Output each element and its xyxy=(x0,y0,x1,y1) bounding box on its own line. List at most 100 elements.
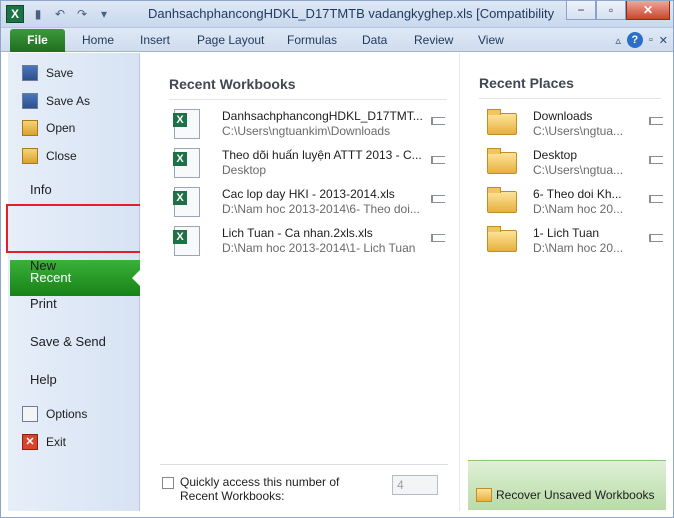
recent-highlight-box xyxy=(6,204,154,253)
window-controls: − ▫ ✕ xyxy=(566,0,670,20)
nav-open-label: Open xyxy=(46,121,76,135)
minimize-button[interactable]: − xyxy=(566,0,596,20)
save-as-icon xyxy=(22,93,38,109)
recover-unsaved-label: Recover Unsaved Workbooks xyxy=(496,488,655,502)
save-icon xyxy=(22,65,38,81)
nav-tab-save-send[interactable]: Save & Send xyxy=(30,334,106,349)
recent-places-pane: Recent Places Downloads C:\Users\ngtua..… xyxy=(461,53,666,511)
nav-save-as-label: Save As xyxy=(46,94,91,108)
qat-save-icon[interactable]: ▮ xyxy=(30,7,46,21)
recent-workbook-item[interactable]: Cac lop day HKI - 2013-2014.xls D:\Nam h… xyxy=(170,185,445,221)
recent-place-item[interactable]: 1- Lich Tuan D:\Nam hoc 20... xyxy=(483,224,663,260)
workbook-name: Theo dõi huấn luyện ATTT 2013 - C... xyxy=(222,148,422,162)
qat-redo-icon[interactable]: ↷ xyxy=(74,7,90,21)
nav-exit-label: Exit xyxy=(46,435,67,449)
recent-places-title: Recent Places xyxy=(479,75,574,91)
options-icon xyxy=(22,406,38,422)
workbook-close-icon[interactable]: ✕ xyxy=(659,34,668,47)
help-icon[interactable]: ? xyxy=(626,32,643,48)
recent-count-spinner[interactable]: 4 xyxy=(392,475,438,495)
pin-icon[interactable] xyxy=(431,117,445,125)
excel-app-icon[interactable]: X xyxy=(6,5,24,23)
workbook-path: C:\Users\ngtuankim\Downloads xyxy=(222,124,391,138)
nav-options[interactable]: Options xyxy=(22,403,87,425)
workbook-name: Lich Tuan - Ca nhan.2xls.xls xyxy=(222,226,373,240)
open-folder-icon xyxy=(22,120,38,136)
tab-home[interactable]: Home xyxy=(82,33,114,47)
excel-file-icon xyxy=(173,226,200,256)
tab-page-layout[interactable]: Page Layout xyxy=(197,33,264,47)
recent-workbook-item[interactable]: DanhsachphancongHDKL_D17TMT... C:\Users\… xyxy=(170,107,445,143)
pin-icon[interactable] xyxy=(431,234,445,242)
qat-customize-icon[interactable]: ▾ xyxy=(96,7,112,21)
recent-place-item[interactable]: 6- Theo doi Kh... D:\Nam hoc 20... xyxy=(483,185,663,221)
quick-access-label: Quickly access this number of Recent Wor… xyxy=(180,475,340,503)
pin-icon[interactable] xyxy=(649,234,663,242)
folder-icon xyxy=(487,109,517,135)
nav-exit[interactable]: ✕ Exit xyxy=(22,431,66,453)
nav-tab-help[interactable]: Help xyxy=(30,372,57,387)
tab-formulas[interactable]: Formulas xyxy=(287,33,337,47)
folder-icon xyxy=(487,226,517,252)
pin-icon[interactable] xyxy=(431,156,445,164)
excel-file-icon xyxy=(173,109,200,139)
recent-workbook-item[interactable]: Theo dõi huấn luyện ATTT 2013 - C... Des… xyxy=(170,146,445,182)
folder-icon xyxy=(487,148,517,174)
nav-close[interactable]: Close xyxy=(22,145,77,167)
recent-workbooks-title: Recent Workbooks xyxy=(169,76,296,92)
place-name: Desktop xyxy=(533,148,578,162)
minimize-ribbon-icon[interactable]: ▵ xyxy=(615,34,621,47)
excel-file-icon xyxy=(173,187,200,217)
place-path: C:\Users\ngtua... xyxy=(533,124,624,138)
place-path: D:\Nam hoc 20... xyxy=(533,241,624,255)
folder-icon xyxy=(487,187,517,213)
recent-workbooks-divider xyxy=(169,99,447,100)
ribbon-tabs: File Home Insert Page Layout Formulas Da… xyxy=(0,28,674,52)
window-title: DanhsachphancongHDKL_D17TMTB vadangkyghe… xyxy=(148,6,558,21)
recover-folder-icon xyxy=(476,488,492,502)
workbook-path: Desktop xyxy=(222,163,267,177)
recent-workbook-item[interactable]: Lich Tuan - Ca nhan.2xls.xls D:\Nam hoc … xyxy=(170,224,445,260)
ribbon-right-controls: ▵ ? ▫ ✕ xyxy=(615,32,668,48)
place-path: C:\Users\ngtua... xyxy=(533,163,624,177)
tab-file[interactable]: File xyxy=(10,29,65,52)
nav-close-label: Close xyxy=(46,149,77,163)
workbook-path: D:\Nam hoc 2013-2014\1- Lich Tuan xyxy=(222,241,416,255)
tab-data[interactable]: Data xyxy=(362,33,387,47)
nav-tab-new[interactable]: New xyxy=(30,258,56,273)
recent-places-divider xyxy=(479,98,661,99)
workbook-name: DanhsachphancongHDKL_D17TMT... xyxy=(222,109,422,123)
tab-review[interactable]: Review xyxy=(414,33,453,47)
place-name: Downloads xyxy=(533,109,593,123)
tab-insert[interactable]: Insert xyxy=(140,33,170,47)
nav-tab-print[interactable]: Print xyxy=(30,296,57,311)
nav-save[interactable]: Save xyxy=(22,62,73,84)
recent-workbooks-pane: Recent Workbooks DanhsachphancongHDKL_D1… xyxy=(140,53,460,511)
quick-access-checkbox[interactable] xyxy=(162,477,174,489)
nav-save-as[interactable]: Save As xyxy=(22,90,90,112)
recover-unsaved-button[interactable]: Recover Unsaved Workbooks xyxy=(476,484,655,506)
recent-place-item[interactable]: Desktop C:\Users\ngtua... xyxy=(483,146,663,182)
nav-save-label: Save xyxy=(46,66,74,80)
quick-access-setting: Quickly access this number of Recent Wor… xyxy=(160,464,448,510)
exit-icon: ✕ xyxy=(22,434,38,450)
nav-tab-info[interactable]: Info xyxy=(30,182,52,197)
restore-button[interactable]: ▫ xyxy=(596,0,626,20)
close-button[interactable]: ✕ xyxy=(626,0,670,20)
workbook-restore-icon[interactable]: ▫ xyxy=(649,34,653,46)
pin-icon[interactable] xyxy=(649,156,663,164)
close-folder-icon xyxy=(22,148,38,164)
tab-view[interactable]: View xyxy=(478,33,504,47)
place-name: 1- Lich Tuan xyxy=(533,226,600,240)
place-name: 6- Theo doi Kh... xyxy=(533,187,622,201)
place-path: D:\Nam hoc 20... xyxy=(533,202,624,216)
nav-options-label: Options xyxy=(46,407,88,421)
nav-open[interactable]: Open xyxy=(22,117,75,139)
qat-undo-icon[interactable]: ↶ xyxy=(52,7,68,21)
backstage-nav: Save Save As Open Close Info Recent New … xyxy=(8,53,142,511)
pin-icon[interactable] xyxy=(431,195,445,203)
recent-place-item[interactable]: Downloads C:\Users\ngtua... xyxy=(483,107,663,143)
workbook-name: Cac lop day HKI - 2013-2014.xls xyxy=(222,187,395,201)
pin-icon[interactable] xyxy=(649,117,663,125)
pin-icon[interactable] xyxy=(649,195,663,203)
